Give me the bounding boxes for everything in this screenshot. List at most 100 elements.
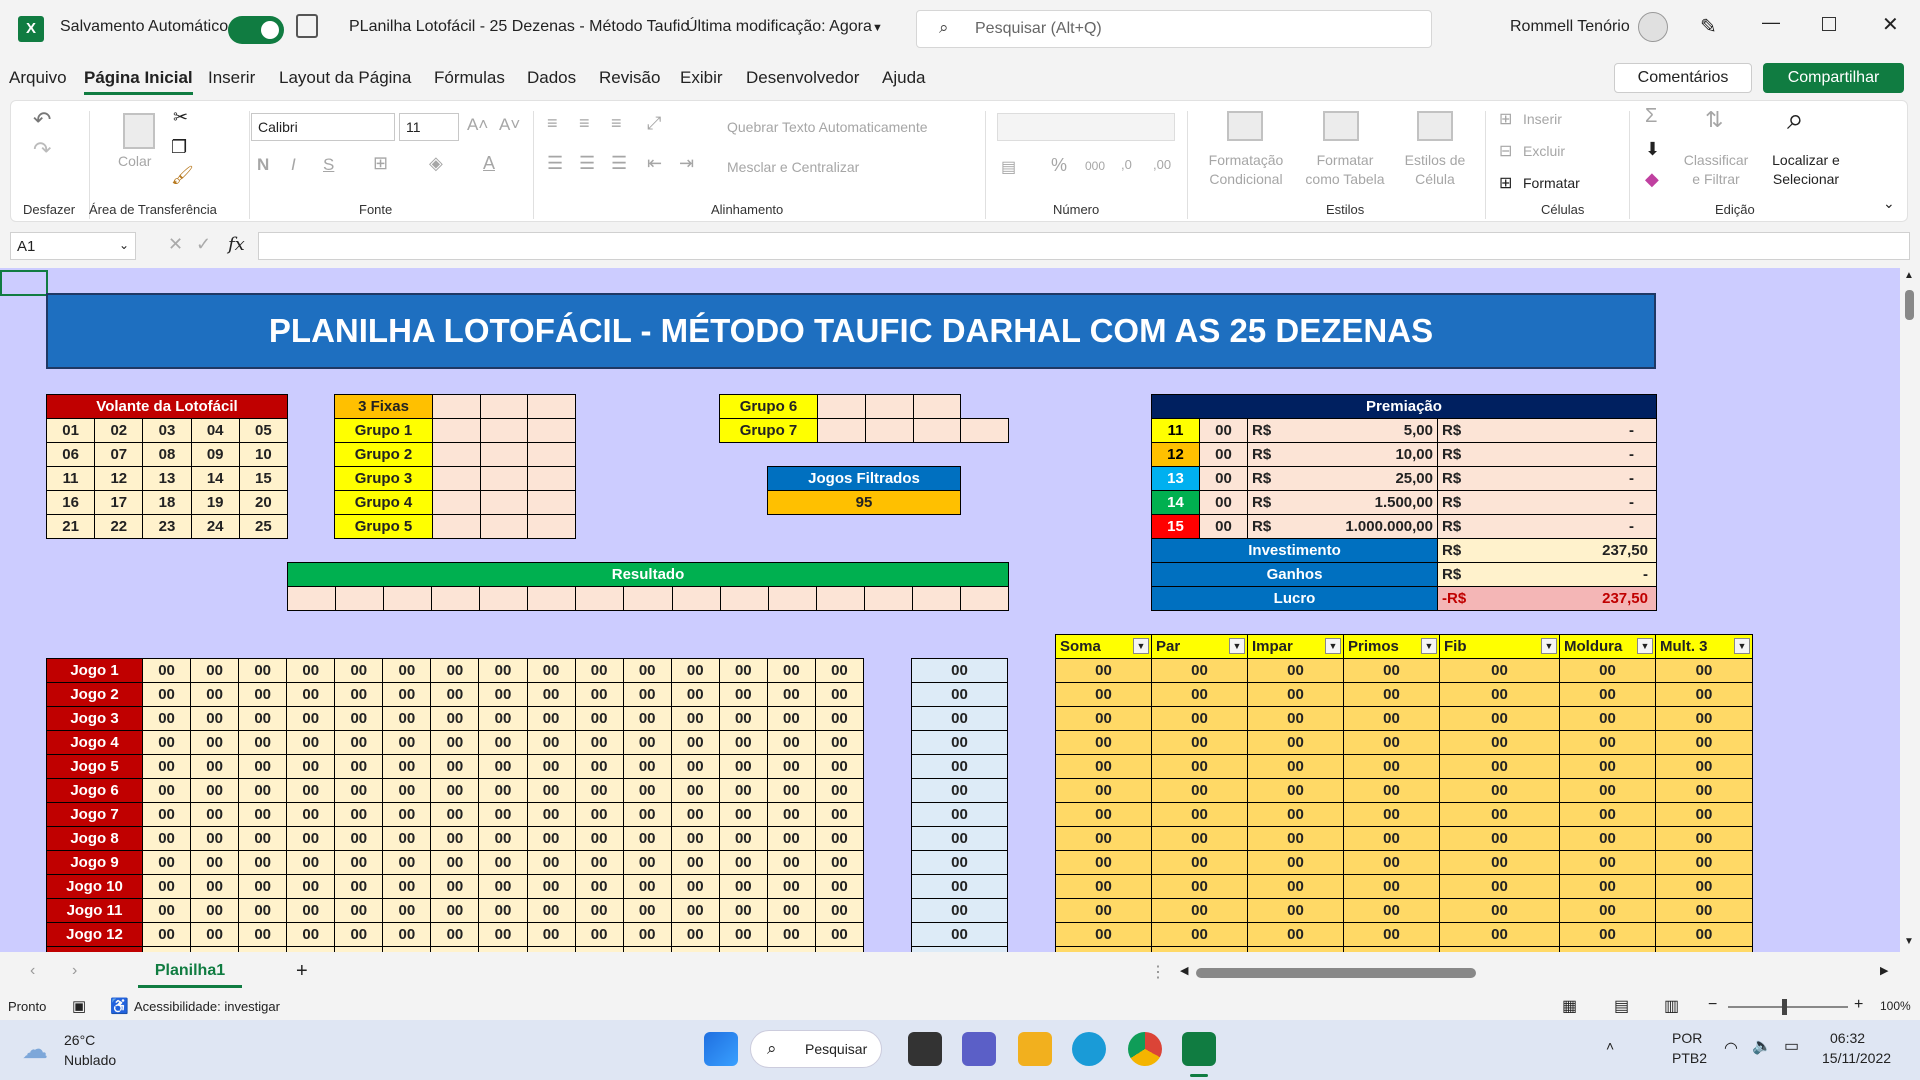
volante-number[interactable]: 18: [142, 490, 192, 515]
game-number[interactable]: 00: [190, 802, 240, 827]
result-cell[interactable]: [911, 586, 961, 611]
stats-value[interactable]: 00: [1247, 802, 1344, 827]
stats-value[interactable]: 00: [1439, 730, 1560, 755]
stats-value[interactable]: 00: [1247, 730, 1344, 755]
game-label[interactable]: Jogo 4: [46, 730, 143, 755]
game-hits[interactable]: 00: [911, 730, 1008, 755]
game-number[interactable]: 00: [670, 826, 720, 851]
align-right-icon[interactable]: ☰: [611, 153, 627, 174]
zoom-level[interactable]: 100%: [1880, 999, 1911, 1013]
game-number[interactable]: 00: [430, 922, 480, 947]
result-cell[interactable]: [623, 586, 673, 611]
game-number[interactable]: 00: [430, 850, 480, 875]
group-cell[interactable]: [479, 442, 529, 467]
group-cell[interactable]: [527, 418, 576, 443]
macro-record-icon[interactable]: ▣: [72, 997, 86, 1015]
active-cell-a1[interactable]: [0, 270, 48, 296]
stats-value[interactable]: 00: [1439, 922, 1560, 947]
volante-number[interactable]: 13: [142, 466, 192, 491]
stats-value[interactable]: 00: [1055, 682, 1152, 707]
group-label[interactable]: Grupo 2: [334, 442, 433, 467]
stats-value[interactable]: 00: [1247, 658, 1344, 683]
worksheet[interactable]: PLANILHA LOTOFÁCIL - MÉTODO TAUFIC DARHA…: [0, 268, 1900, 952]
game-number[interactable]: 00: [141, 682, 192, 707]
game-number[interactable]: 00: [814, 778, 865, 803]
result-cell[interactable]: [863, 586, 913, 611]
stats-value[interactable]: 00: [1655, 898, 1753, 923]
game-number[interactable]: 00: [141, 778, 192, 803]
group-cell[interactable]: [527, 514, 576, 539]
game-label[interactable]: Jogo 2: [46, 682, 143, 707]
game-number[interactable]: 00: [382, 802, 432, 827]
group-cell[interactable]: [479, 514, 529, 539]
stats-value[interactable]: 00: [1655, 682, 1753, 707]
prize-total-currency[interactable]: R$: [1437, 514, 1478, 539]
result-cell[interactable]: [431, 586, 481, 611]
stats-value[interactable]: 00: [1151, 874, 1248, 899]
game-label[interactable]: Jogo 7: [46, 802, 143, 827]
prize-total[interactable]: -: [1477, 490, 1657, 515]
game-number[interactable]: 00: [141, 826, 192, 851]
stats-value[interactable]: 00: [1439, 802, 1560, 827]
stats-value[interactable]: 00: [1151, 706, 1248, 731]
game-number[interactable]: 00: [382, 682, 432, 707]
pen-icon[interactable]: ✎: [1700, 14, 1717, 39]
game-number[interactable]: 00: [718, 874, 768, 899]
volante-number[interactable]: 11: [45, 466, 96, 491]
menu-exibir[interactable]: Exibir: [680, 68, 723, 88]
group-label[interactable]: Grupo 1: [334, 418, 433, 443]
volante-number[interactable]: 17: [94, 490, 144, 515]
stats-value[interactable]: 00: [1343, 802, 1440, 827]
game-number[interactable]: 00: [718, 826, 768, 851]
game-number[interactable]: 00: [238, 658, 288, 683]
game-number[interactable]: 00: [286, 826, 336, 851]
splitter-icon[interactable]: ⋮: [1150, 962, 1166, 982]
stats-value[interactable]: 00: [1559, 754, 1656, 779]
result-header[interactable]: Resultado: [287, 562, 1009, 587]
game-number[interactable]: 00: [430, 754, 480, 779]
language[interactable]: POR: [1672, 1030, 1702, 1046]
filter-dropdown-icon[interactable]: ▼: [1421, 638, 1437, 654]
game-number[interactable]: 00: [382, 922, 432, 947]
avatar[interactable]: [1638, 12, 1668, 42]
stats-value[interactable]: 00: [1559, 874, 1656, 899]
game-number[interactable]: 00: [622, 658, 672, 683]
game-number[interactable]: 00: [334, 754, 384, 779]
game-number[interactable]: 00: [286, 874, 336, 899]
game-number[interactable]: 00: [478, 658, 528, 683]
group-label[interactable]: 3 Fixas: [334, 394, 433, 419]
game-number[interactable]: 00: [190, 682, 240, 707]
game-number[interactable]: 00: [478, 898, 528, 923]
collapse-ribbon-icon[interactable]: ⌄: [1883, 195, 1895, 212]
prize-value[interactable]: 1.000.000,00: [1291, 514, 1438, 539]
game-number[interactable]: 00: [670, 730, 720, 755]
volante-number[interactable]: 24: [190, 514, 240, 539]
prize-total[interactable]: -: [1477, 514, 1657, 539]
format-cells-button[interactable]: Formatar: [1523, 175, 1580, 191]
filter-dropdown-icon[interactable]: ▼: [1229, 638, 1245, 654]
game-number[interactable]: 00: [286, 850, 336, 875]
prize-total[interactable]: -: [1477, 418, 1657, 443]
menu-dados[interactable]: Dados: [527, 68, 576, 88]
filtered-games-value[interactable]: 95: [767, 490, 961, 515]
game-number[interactable]: 00: [526, 898, 576, 923]
game-number[interactable]: 00: [334, 730, 384, 755]
clock-date[interactable]: 15/11/2022: [1822, 1050, 1891, 1066]
volante-number[interactable]: 23: [142, 514, 192, 539]
game-hits[interactable]: 00: [911, 874, 1008, 899]
invest-value[interactable]: 237,50: [1477, 538, 1657, 563]
game-hits[interactable]: 00: [911, 826, 1008, 851]
filter-dropdown-icon[interactable]: ▼: [1637, 638, 1653, 654]
prize-count[interactable]: 00: [1199, 442, 1248, 467]
game-number[interactable]: 00: [430, 802, 480, 827]
stats-value[interactable]: 00: [1559, 706, 1656, 731]
game-number[interactable]: 00: [430, 778, 480, 803]
prize-count[interactable]: 00: [1199, 418, 1248, 443]
scroll-right-icon[interactable]: ▶: [1880, 964, 1888, 977]
game-number[interactable]: 00: [574, 874, 624, 899]
stats-value[interactable]: 00: [1439, 682, 1560, 707]
volante-number[interactable]: 04: [190, 418, 240, 443]
stats-value[interactable]: 00: [1655, 802, 1753, 827]
game-number[interactable]: 00: [574, 802, 624, 827]
game-number[interactable]: 00: [430, 658, 480, 683]
